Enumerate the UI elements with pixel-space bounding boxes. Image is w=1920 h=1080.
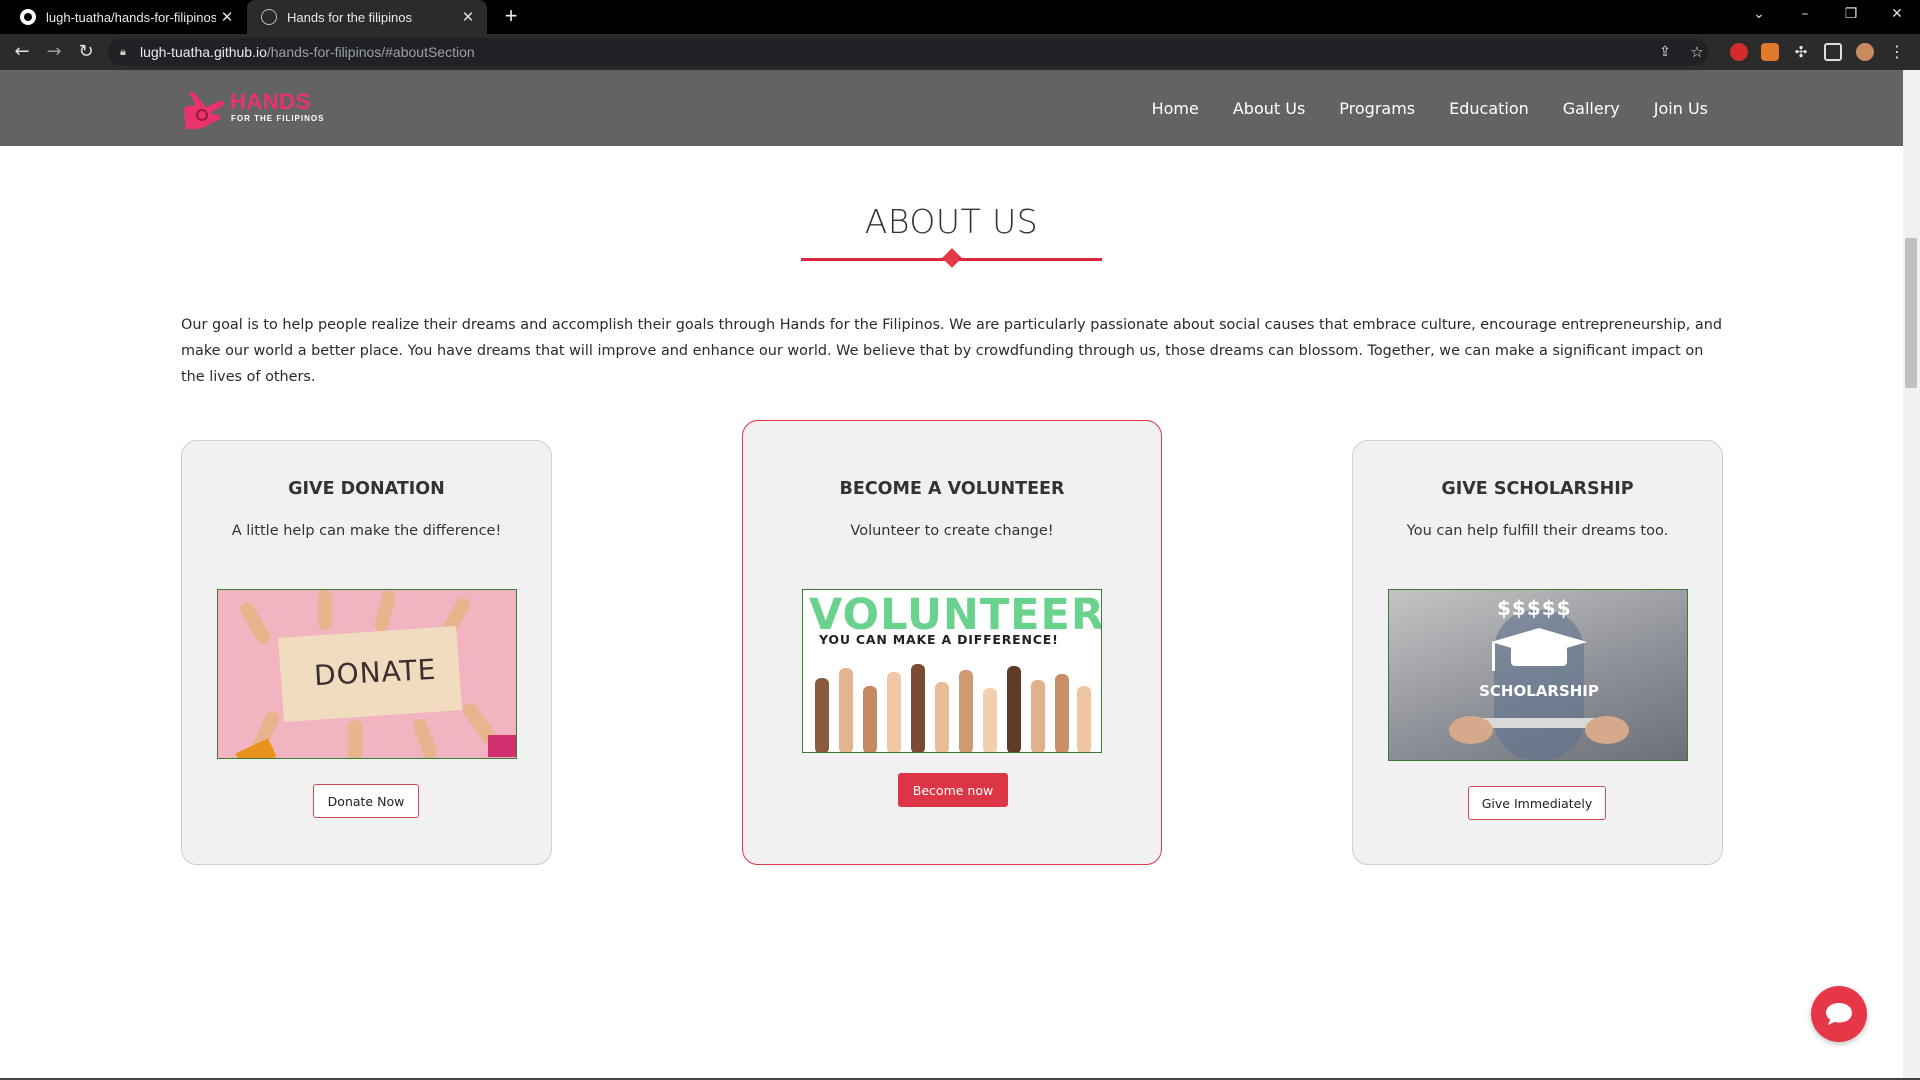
close-icon[interactable]: ✕: [457, 8, 479, 26]
donate-image: DONATE: [217, 589, 517, 759]
profile-icon[interactable]: [1856, 43, 1874, 61]
star-icon[interactable]: ☆: [1683, 38, 1711, 66]
browser-toolbar: ← → ↻ 🔒︎ lugh-tuatha.github.io/hands-for…: [0, 34, 1920, 70]
card-give-scholarship: GIVE SCHOLARSHIP You can help fulfill th…: [1352, 440, 1723, 865]
title-divider-left: [801, 258, 945, 261]
extension-fox-icon[interactable]: [1761, 43, 1779, 61]
window-close-icon[interactable]: ✕: [1874, 0, 1920, 30]
extensions-icon[interactable]: ✣: [1787, 38, 1815, 66]
logo-wordmark: HANDS: [230, 89, 311, 114]
lock-icon: 🔒︎: [120, 46, 126, 58]
main-nav: Home About Us Programs Education Gallery…: [1152, 70, 1708, 146]
page-scrollbar[interactable]: [1903, 70, 1920, 1080]
tab-github[interactable]: lugh-tuatha/hands-for-filipinos ✕: [0, 0, 246, 34]
close-icon[interactable]: ✕: [216, 8, 238, 26]
url-host: lugh-tuatha.github.io: [140, 44, 267, 60]
globe-icon: [261, 9, 277, 25]
give-immediately-button[interactable]: Give Immediately: [1468, 786, 1606, 820]
forward-arrow-icon[interactable]: →: [40, 38, 68, 66]
nav-home[interactable]: Home: [1152, 99, 1199, 118]
card-give-donation: GIVE DONATION A little help can make the…: [181, 440, 552, 865]
card-text: A little help can make the difference!: [231, 523, 502, 539]
nav-about-us[interactable]: About Us: [1233, 99, 1305, 118]
card-text: Volunteer to create change!: [850, 523, 1054, 539]
donate-now-button[interactable]: Donate Now: [313, 784, 419, 818]
url-path: /hands-for-filipinos/#aboutSection: [266, 44, 475, 60]
section-title: ABOUT US: [864, 202, 1039, 241]
chat-icon: [1826, 1003, 1852, 1025]
card-become-volunteer: BECOME A VOLUNTEER Volunteer to create c…: [742, 420, 1162, 865]
github-icon: [20, 9, 36, 25]
scholarship-image-label: SCHOLARSHIP: [1479, 682, 1599, 700]
back-arrow-icon[interactable]: ←: [8, 38, 36, 66]
card-title: GIVE SCHOLARSHIP: [1441, 479, 1634, 499]
site-logo[interactable]: HANDS FOR THE FILIPINOS: [180, 87, 330, 135]
card-title: BECOME A VOLUNTEER: [839, 479, 1065, 499]
chat-button[interactable]: [1811, 986, 1867, 1042]
tab-search-icon[interactable]: ⌄: [1736, 0, 1782, 30]
title-divider-right: [959, 258, 1102, 261]
address-bar[interactable]: 🔒︎ lugh-tuatha.github.io/hands-for-filip…: [108, 38, 1708, 66]
nav-education[interactable]: Education: [1449, 99, 1529, 118]
scholarship-image: $$$$$ SCHOLARSHIP: [1388, 589, 1688, 761]
card-text: You can help fulfill their dreams too.: [1406, 523, 1669, 539]
nav-gallery[interactable]: Gallery: [1563, 99, 1620, 118]
extension-shield-icon[interactable]: [1730, 43, 1748, 61]
reload-icon[interactable]: ↻: [72, 38, 100, 66]
restore-icon[interactable]: ❐: [1828, 0, 1874, 30]
new-tab-button[interactable]: +: [498, 4, 524, 30]
menu-icon[interactable]: ⋮: [1883, 38, 1911, 66]
browser-tabstrip: lugh-tuatha/hands-for-filipinos ✕ Hands …: [0, 0, 1920, 34]
share-icon[interactable]: ⇪: [1651, 38, 1679, 66]
card-title: GIVE DONATION: [288, 479, 445, 499]
donate-image-label: DONATE: [313, 652, 438, 693]
tab-hands-for-filipinos[interactable]: Hands for the filipinos ✕: [247, 0, 487, 34]
nav-join-us[interactable]: Join Us: [1654, 99, 1708, 118]
logo-tagline: FOR THE FILIPINOS: [231, 114, 325, 123]
site-header: HANDS FOR THE FILIPINOS Home About Us Pr…: [0, 70, 1903, 146]
about-intro-text: Our goal is to help people realize their…: [181, 317, 1722, 385]
become-now-button[interactable]: Become now: [898, 773, 1008, 807]
minimize-icon[interactable]: –: [1782, 0, 1828, 30]
volunteer-image: VOLUNTEER YOU CAN MAKE A DIFFERENCE!: [802, 589, 1102, 753]
nav-programs[interactable]: Programs: [1339, 99, 1415, 118]
sidepanel-icon[interactable]: [1824, 43, 1842, 61]
dollar-symbols: $$$$$: [1497, 596, 1572, 620]
scrollbar-thumb[interactable]: [1905, 238, 1917, 388]
tab-title: Hands for the filipinos: [287, 9, 413, 25]
hand-logo-icon: [183, 92, 224, 129]
tab-title: lugh-tuatha/hands-for-filipinos: [46, 9, 216, 25]
